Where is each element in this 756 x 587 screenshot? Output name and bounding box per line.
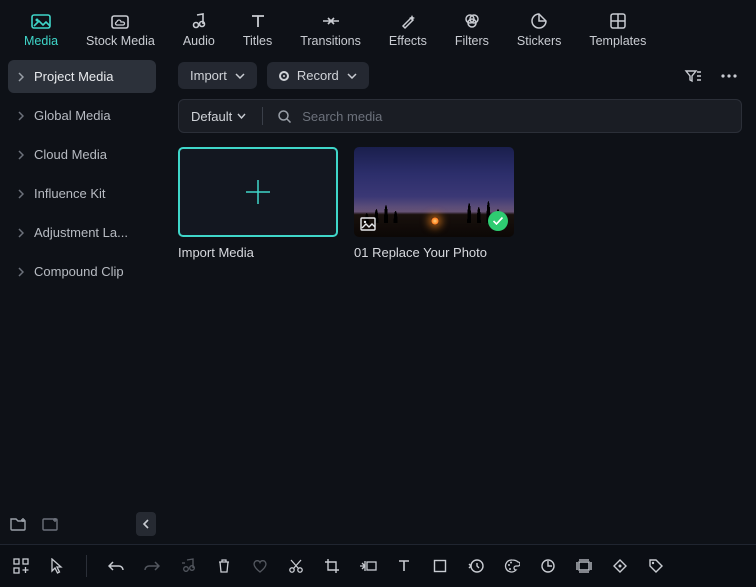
sidebar-item-label: Influence Kit <box>34 186 106 201</box>
selection-tool-button[interactable] <box>48 557 66 575</box>
media-clip-thumbnail[interactable] <box>354 147 514 237</box>
plus-icon <box>241 175 275 209</box>
crop-button[interactable] <box>323 557 341 575</box>
tag-button[interactable] <box>647 557 665 575</box>
tab-label: Audio <box>183 34 215 48</box>
sidebar-item-cloud-media[interactable]: Cloud Media <box>8 138 156 171</box>
new-bin-button[interactable] <box>40 514 60 534</box>
speed-button[interactable] <box>539 557 557 575</box>
search-input[interactable] <box>302 109 735 124</box>
caret-right-icon <box>18 72 24 82</box>
sidebar-item-compound-clip[interactable]: Compound Clip <box>8 255 156 288</box>
tab-label: Stickers <box>517 34 561 48</box>
split-button[interactable] <box>287 557 305 575</box>
tab-label: Filters <box>455 34 489 48</box>
collapse-sidebar-button[interactable] <box>136 512 156 536</box>
cloud-media-icon <box>110 11 130 31</box>
tab-templates[interactable]: Templates <box>575 6 660 52</box>
search-icon <box>277 109 292 124</box>
templates-icon <box>608 11 628 31</box>
filter-sort-button[interactable] <box>680 63 706 89</box>
audio-icon <box>189 11 209 31</box>
tab-media[interactable]: Media <box>10 6 72 52</box>
tab-label: Media <box>24 34 58 48</box>
tab-stock-media[interactable]: Stock Media <box>72 6 169 52</box>
record-dropdown[interactable]: Record <box>267 62 369 89</box>
tab-stickers[interactable]: Stickers <box>503 6 575 52</box>
tab-label: Transitions <box>300 34 361 48</box>
import-label: Import <box>190 68 227 83</box>
search-scope-dropdown[interactable]: Default <box>185 106 252 127</box>
import-dropdown[interactable]: Import <box>178 62 257 89</box>
caret-right-icon <box>18 189 24 199</box>
timeline-toolbar <box>0 544 756 587</box>
transitions-icon <box>321 11 341 31</box>
tab-transitions[interactable]: Transitions <box>286 6 375 52</box>
sidebar-item-project-media[interactable]: Project Media <box>8 60 156 93</box>
tab-filters[interactable]: Filters <box>441 6 503 52</box>
image-type-icon <box>360 217 376 231</box>
sidebar-item-label: Project Media <box>34 69 113 84</box>
chevron-down-icon <box>237 113 246 119</box>
applied-check-icon <box>488 211 508 231</box>
thumbnail-art <box>431 217 439 225</box>
favorite-button[interactable] <box>251 557 269 575</box>
more-options-button[interactable] <box>716 63 742 89</box>
layout-presets-button[interactable] <box>12 557 30 575</box>
delete-button[interactable] <box>215 557 233 575</box>
media-card-label: Import Media <box>178 245 338 260</box>
import-media-card: Import Media <box>178 147 338 260</box>
chevron-down-icon <box>235 73 245 79</box>
media-clip-card: 01 Replace Your Photo <box>354 147 514 260</box>
media-toolbar: Import Record <box>178 62 742 89</box>
tab-label: Titles <box>243 34 272 48</box>
new-folder-button[interactable] <box>8 514 28 534</box>
sidebar-item-label: Compound Clip <box>34 264 124 279</box>
history-button[interactable] <box>467 557 485 575</box>
content-area: Import Record Default <box>164 52 756 544</box>
text-button[interactable] <box>395 557 413 575</box>
import-media-button[interactable] <box>178 147 338 237</box>
record-label: Record <box>297 68 339 83</box>
keyframe-button[interactable] <box>611 557 629 575</box>
tab-effects[interactable]: Effects <box>375 6 441 52</box>
search-bar: Default <box>178 99 742 133</box>
trim-left-button[interactable] <box>359 557 377 575</box>
sidebar-item-label: Global Media <box>34 108 111 123</box>
filters-icon <box>462 11 482 31</box>
divider <box>86 555 87 577</box>
tab-audio[interactable]: Audio <box>169 6 229 52</box>
marker-button[interactable] <box>179 557 197 575</box>
effects-icon <box>398 11 418 31</box>
sidebar-item-label: Adjustment La... <box>34 225 128 240</box>
sidebar-item-influence-kit[interactable]: Influence Kit <box>8 177 156 210</box>
undo-button[interactable] <box>107 557 125 575</box>
tab-label: Templates <box>589 34 646 48</box>
tab-titles[interactable]: Titles <box>229 6 286 52</box>
color-palette-button[interactable] <box>503 557 521 575</box>
sidebar-item-global-media[interactable]: Global Media <box>8 99 156 132</box>
redo-button[interactable] <box>143 557 161 575</box>
divider <box>262 107 263 125</box>
mask-button[interactable] <box>431 557 449 575</box>
sidebar-item-adjustment-layer[interactable]: Adjustment La... <box>8 216 156 249</box>
record-icon <box>279 71 289 81</box>
tab-label: Effects <box>389 34 427 48</box>
chevron-down-icon <box>347 73 357 79</box>
caret-right-icon <box>18 267 24 277</box>
tab-label: Stock Media <box>86 34 155 48</box>
sidebar-item-label: Cloud Media <box>34 147 107 162</box>
titles-icon <box>248 11 268 31</box>
caret-right-icon <box>18 111 24 121</box>
caret-right-icon <box>18 228 24 238</box>
media-card-label: 01 Replace Your Photo <box>354 245 514 260</box>
search-scope-label: Default <box>191 109 232 124</box>
sidebar: Project Media Global Media Cloud Media I… <box>0 52 164 544</box>
stickers-icon <box>529 11 549 31</box>
media-icon <box>31 11 51 31</box>
top-tab-bar: Media Stock Media Audio Titles Transitio… <box>0 0 756 52</box>
caret-right-icon <box>18 150 24 160</box>
media-grid: Import Media 01 Replace Your Photo <box>178 143 742 260</box>
snap-button[interactable] <box>575 557 593 575</box>
